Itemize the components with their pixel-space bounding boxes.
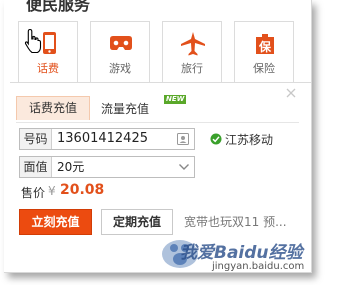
watermark-text: 我爱Baidu经验 [180, 243, 303, 263]
check-circle-icon [210, 133, 222, 145]
amount-label: 面值 [20, 157, 52, 177]
tiles-divider [10, 82, 311, 83]
service-panel: 便民服务 话费 游戏 旅行 保 保险 话费充值 流量充值 NEW 号码 1360… [4, 0, 312, 273]
tab-phone-recharge[interactable]: 话费充值 [16, 96, 90, 120]
price-value: 20.08 [60, 182, 105, 198]
promo-link[interactable]: 宽带也玩双11 预... [184, 213, 308, 230]
tile-label: 游戏 [109, 62, 131, 75]
tile-label: 话费 [37, 62, 59, 75]
new-badge: NEW [164, 95, 187, 104]
scheduled-recharge-button[interactable]: 定期充值 [101, 209, 173, 235]
phone-number-field[interactable]: 号码 13601412425 [19, 128, 195, 150]
phone-label: 号码 [20, 129, 52, 149]
carrier-label: 江苏移动 [225, 133, 274, 147]
contact-book-icon[interactable] [176, 132, 190, 146]
chevron-down-icon [179, 164, 189, 170]
close-icon[interactable] [285, 87, 297, 99]
section-title: 便民服务 [26, 0, 91, 14]
svg-text:保: 保 [258, 39, 272, 54]
tile-label: 保险 [253, 62, 275, 75]
watermark-url: jingyan.baidu.com [212, 261, 305, 272]
airplane-icon [181, 32, 205, 56]
recharge-now-button[interactable]: 立刻充值 [19, 209, 92, 235]
price-label: 售价 [21, 186, 46, 200]
tile-label: 旅行 [181, 62, 203, 75]
amount-select[interactable]: 面值 20元 [19, 156, 195, 178]
amount-value: 20元 [57, 160, 85, 174]
phone-value: 13601412425 [57, 131, 148, 146]
tile-game[interactable]: 游戏 [90, 21, 150, 83]
tab-data-recharge[interactable]: 流量充值 [101, 100, 149, 117]
hand-cursor-icon [24, 28, 42, 54]
gamepad-icon [110, 36, 132, 50]
currency-symbol: ¥ [48, 184, 56, 198]
tile-travel[interactable]: 旅行 [162, 21, 222, 83]
subtabs: 话费充值 流量充值 NEW [16, 95, 299, 123]
insurance-icon: 保 [256, 34, 274, 54]
tile-insurance[interactable]: 保 保险 [234, 21, 294, 83]
